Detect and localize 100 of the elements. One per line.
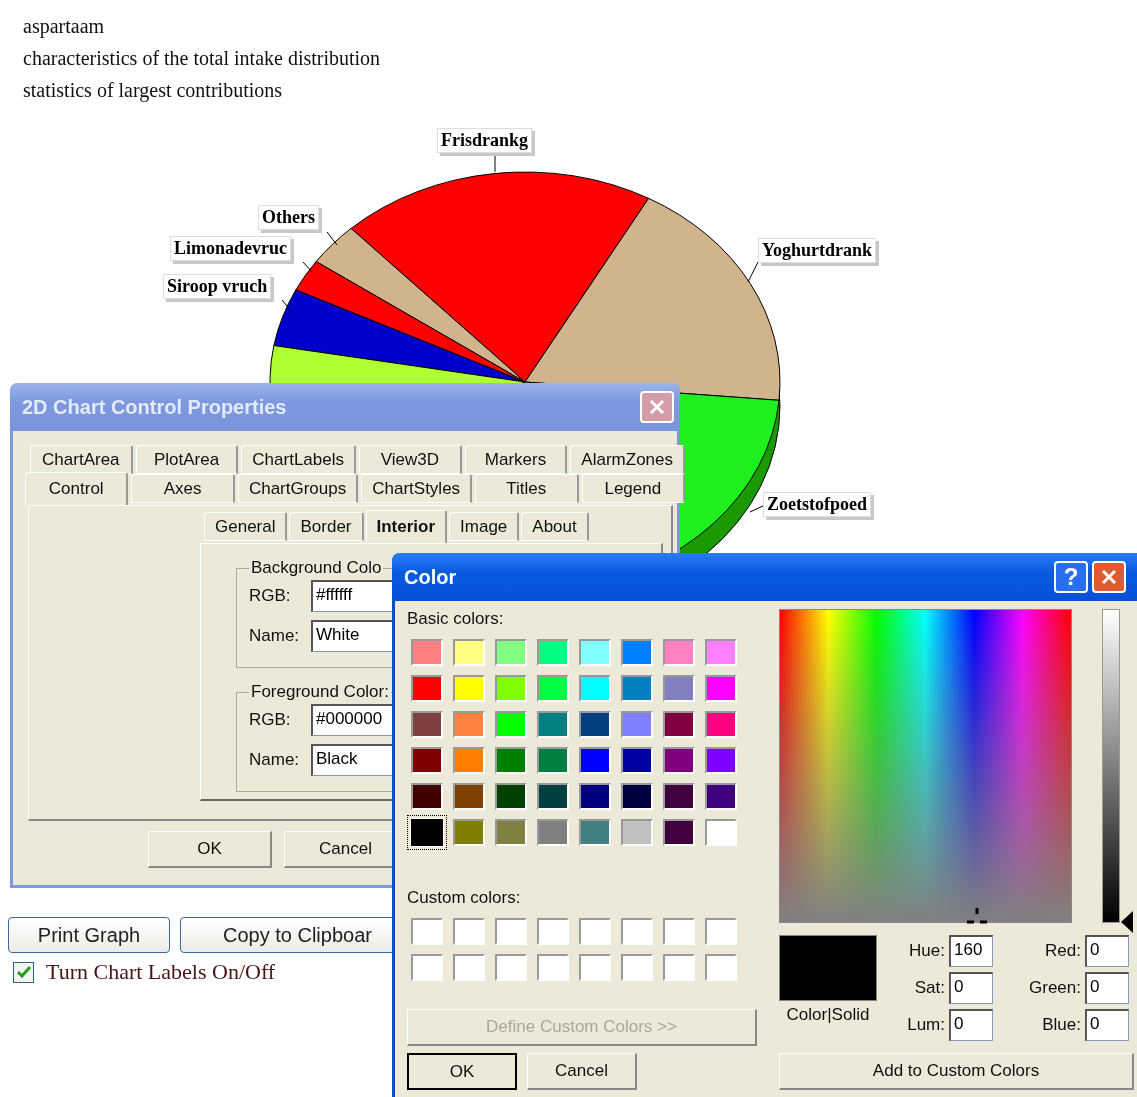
close-button[interactable] xyxy=(1092,561,1126,593)
checkbox[interactable] xyxy=(13,961,34,983)
color-swatch[interactable] xyxy=(411,711,443,738)
color-swatch[interactable] xyxy=(705,783,737,810)
color-swatch[interactable] xyxy=(453,747,485,774)
tab[interactable]: Border xyxy=(289,512,364,541)
add-custom-button[interactable]: Add to Custom Colors xyxy=(779,1053,1134,1090)
color-swatch[interactable] xyxy=(663,747,695,774)
cancel-button[interactable]: Cancel xyxy=(527,1053,637,1090)
color-swatch[interactable] xyxy=(537,747,569,774)
tab[interactable]: ChartStyles xyxy=(361,474,473,503)
color-swatch[interactable] xyxy=(621,918,653,945)
color-swatch[interactable] xyxy=(705,711,737,738)
color-swatch[interactable] xyxy=(495,918,527,945)
tab[interactable]: Interior xyxy=(365,510,448,543)
input-field[interactable]: 0 xyxy=(949,972,993,1004)
tab[interactable]: About xyxy=(521,512,589,541)
color-swatch[interactable] xyxy=(705,918,737,945)
color-swatch[interactable] xyxy=(579,918,611,945)
tab[interactable]: ChartLabels xyxy=(241,445,356,474)
color-swatch[interactable] xyxy=(453,954,485,981)
color-swatch[interactable] xyxy=(579,711,611,738)
color-swatch[interactable] xyxy=(579,819,611,846)
color-swatch[interactable] xyxy=(663,954,695,981)
color-swatch[interactable] xyxy=(621,639,653,666)
tab[interactable]: PlotArea xyxy=(135,445,239,474)
print-button[interactable]: Print Graph xyxy=(8,917,170,953)
tab[interactable]: General xyxy=(204,512,288,541)
color-swatch[interactable] xyxy=(579,783,611,810)
ok-button[interactable]: OK xyxy=(407,1053,517,1090)
color-swatch[interactable] xyxy=(495,675,527,702)
tab[interactable]: ChartArea xyxy=(30,445,133,474)
color-swatch[interactable] xyxy=(537,711,569,738)
help-button[interactable]: ? xyxy=(1054,561,1088,593)
color-swatch[interactable] xyxy=(453,639,485,666)
tab[interactable]: View3D xyxy=(359,445,462,474)
color-swatch[interactable] xyxy=(453,783,485,810)
input-field[interactable]: 0 xyxy=(1085,972,1129,1004)
color-swatch[interactable] xyxy=(411,954,443,981)
color-swatch[interactable] xyxy=(537,639,569,666)
luminance-bar[interactable] xyxy=(1102,609,1120,923)
color-swatch[interactable] xyxy=(579,747,611,774)
color-swatch[interactable] xyxy=(453,819,485,846)
pointer-icon[interactable] xyxy=(1121,911,1133,933)
close-button[interactable] xyxy=(640,391,674,423)
color-swatch[interactable] xyxy=(411,783,443,810)
tab[interactable]: Axes xyxy=(131,474,235,503)
color-swatch[interactable] xyxy=(411,675,443,702)
ok-button[interactable]: OK xyxy=(148,831,272,868)
color-swatch[interactable] xyxy=(579,675,611,702)
color-swatch[interactable] xyxy=(579,639,611,666)
color-swatch[interactable] xyxy=(537,675,569,702)
color-swatch[interactable] xyxy=(495,639,527,666)
tab[interactable]: AlarmZones xyxy=(570,445,685,474)
color-swatch[interactable] xyxy=(453,675,485,702)
color-swatch[interactable] xyxy=(621,819,653,846)
color-swatch[interactable] xyxy=(495,711,527,738)
color-swatch[interactable] xyxy=(663,639,695,666)
color-swatch[interactable] xyxy=(537,783,569,810)
color-swatch[interactable] xyxy=(537,819,569,846)
color-swatch[interactable] xyxy=(579,954,611,981)
color-swatch[interactable] xyxy=(537,918,569,945)
color-spectrum[interactable] xyxy=(779,609,1072,923)
color-swatch[interactable] xyxy=(411,819,443,846)
color-swatch[interactable] xyxy=(705,819,737,846)
input-field[interactable]: 0 xyxy=(1085,1009,1129,1041)
color-swatch[interactable] xyxy=(495,747,527,774)
tab[interactable]: Image xyxy=(449,512,520,541)
color-swatch[interactable] xyxy=(705,675,737,702)
color-swatch[interactable] xyxy=(663,918,695,945)
color-swatch[interactable] xyxy=(663,783,695,810)
color-swatch[interactable] xyxy=(705,747,737,774)
tab[interactable]: Markers xyxy=(464,445,568,474)
color-swatch[interactable] xyxy=(495,783,527,810)
section-label: Custom colors: xyxy=(407,888,522,908)
color-swatch[interactable] xyxy=(453,918,485,945)
tab[interactable]: Control xyxy=(25,472,129,505)
tab[interactable]: ChartGroups xyxy=(237,474,359,503)
tab[interactable]: Legend xyxy=(581,474,685,503)
color-swatch[interactable] xyxy=(495,819,527,846)
input-field[interactable]: 0 xyxy=(1085,935,1129,967)
color-swatch[interactable] xyxy=(411,918,443,945)
color-swatch[interactable] xyxy=(621,711,653,738)
color-swatch[interactable] xyxy=(705,954,737,981)
color-swatch[interactable] xyxy=(537,954,569,981)
color-swatch[interactable] xyxy=(621,783,653,810)
input-field[interactable]: 0 xyxy=(949,1009,993,1041)
color-swatch[interactable] xyxy=(621,675,653,702)
color-swatch[interactable] xyxy=(663,675,695,702)
color-swatch[interactable] xyxy=(495,954,527,981)
color-swatch[interactable] xyxy=(411,747,443,774)
color-swatch[interactable] xyxy=(411,639,443,666)
tab[interactable]: Titles xyxy=(475,474,579,503)
input-field[interactable]: 160 xyxy=(949,935,993,967)
color-swatch[interactable] xyxy=(705,639,737,666)
color-swatch[interactable] xyxy=(663,711,695,738)
color-swatch[interactable] xyxy=(621,747,653,774)
color-swatch[interactable] xyxy=(453,711,485,738)
color-swatch[interactable] xyxy=(621,954,653,981)
color-swatch[interactable] xyxy=(663,819,695,846)
